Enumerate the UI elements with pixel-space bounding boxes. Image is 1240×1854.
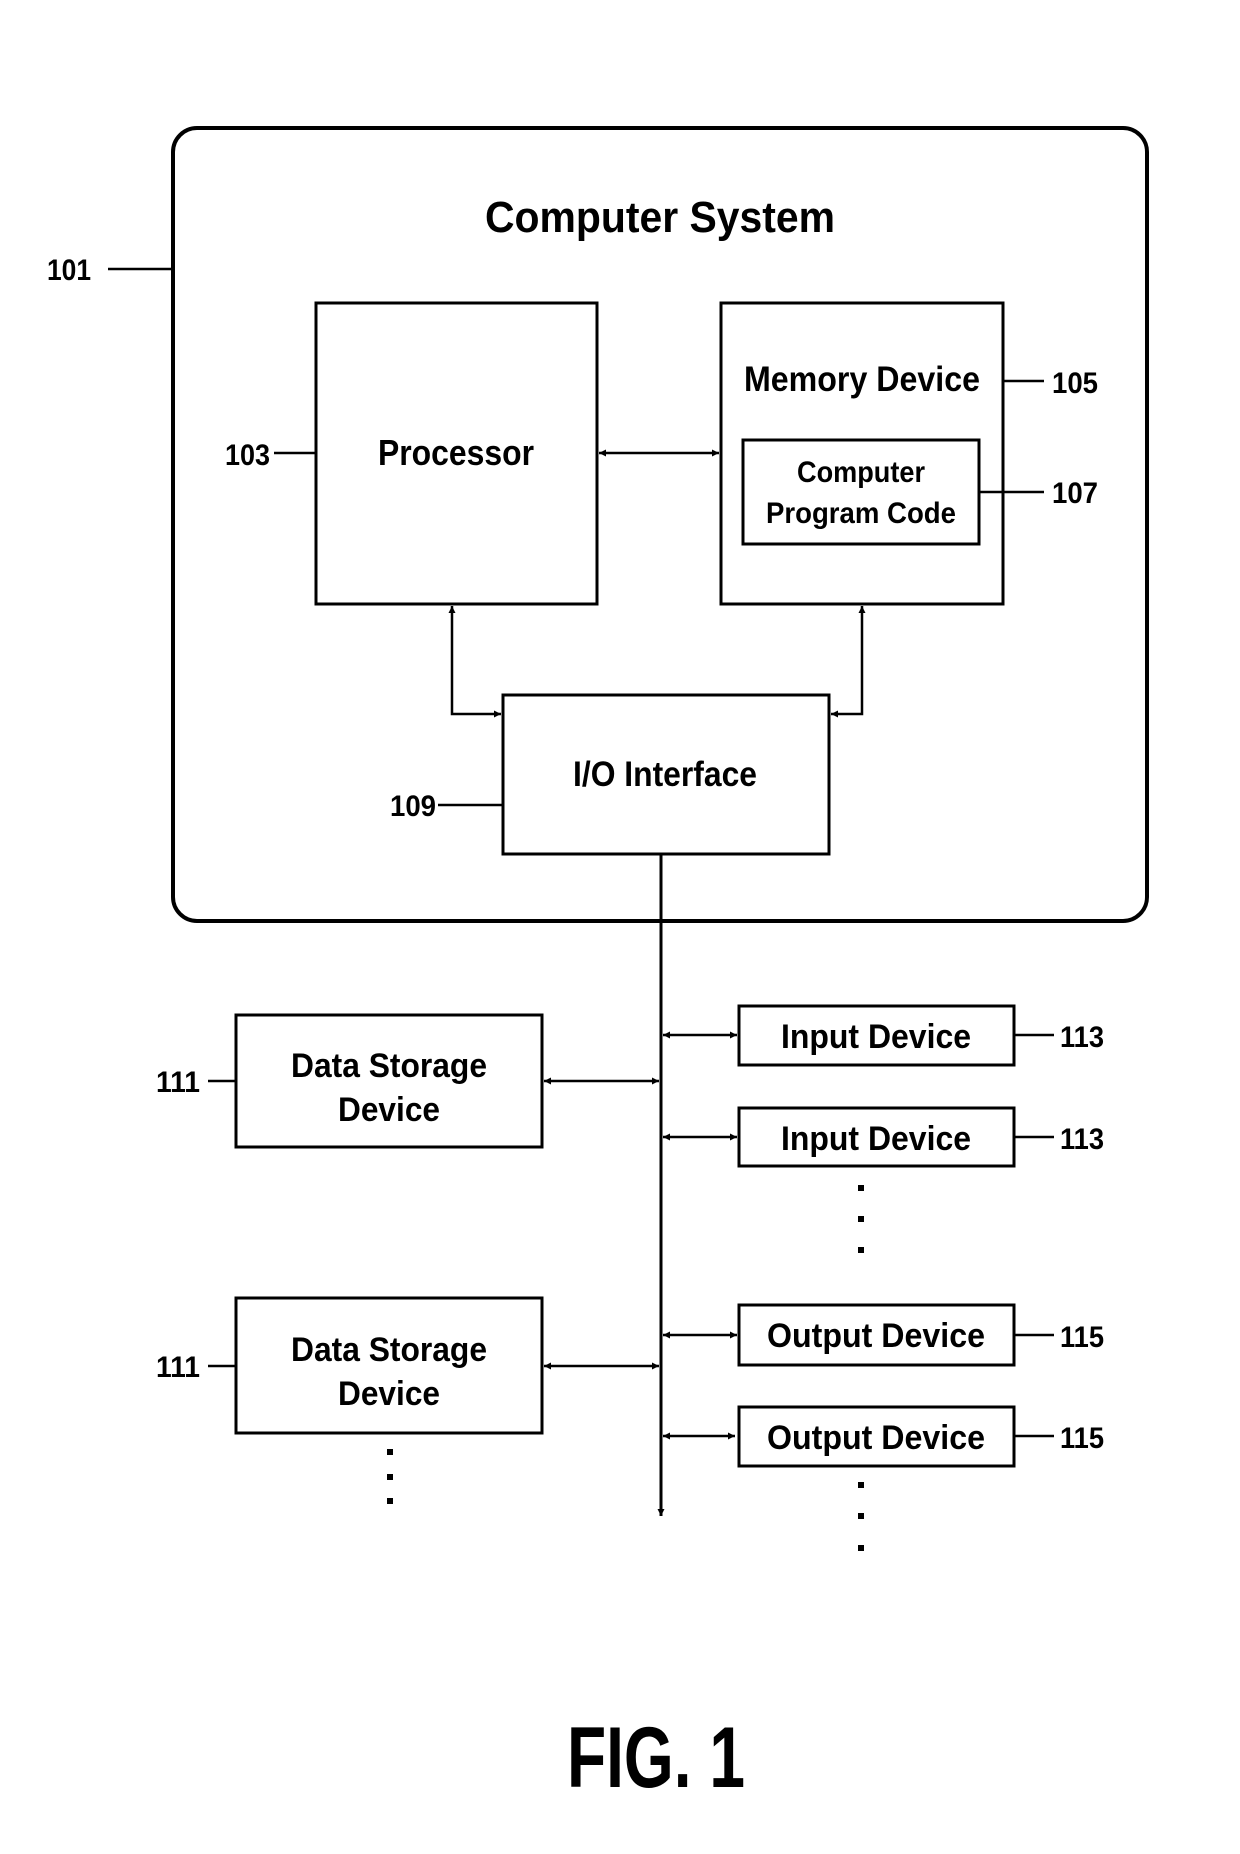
figure-caption: FIG. 1: [567, 1710, 745, 1806]
data-storage-1-line2: Device: [338, 1091, 440, 1129]
memory-device-label: Memory Device: [744, 360, 980, 399]
storage-more-dot: [387, 1449, 393, 1455]
output-more-dot: [858, 1545, 864, 1551]
io-interface-label: I/O Interface: [573, 755, 757, 794]
ref-111-2: 111: [156, 1351, 200, 1384]
input-device-1-label: Input Device: [781, 1018, 971, 1056]
ref-107: 107: [1052, 477, 1098, 510]
program-code-line2: Program Code: [766, 497, 956, 530]
output-device-1-label: Output Device: [767, 1317, 985, 1355]
storage-more-dot: [387, 1474, 393, 1480]
program-code-line1: Computer: [797, 456, 925, 489]
ref-109: 109: [390, 790, 436, 823]
block-diagram: Computer System 101 Processor 103 Memory…: [47, 126, 1149, 1806]
ref-105: 105: [1052, 367, 1098, 400]
ref-113-2: 113: [1060, 1123, 1104, 1156]
data-storage-2-line2: Device: [338, 1375, 440, 1413]
output-device-2-label: Output Device: [767, 1419, 985, 1457]
computer-system-title: Computer System: [485, 193, 835, 242]
storage-more-dot: [387, 1498, 393, 1504]
data-storage-2-line1: Data Storage: [291, 1331, 487, 1369]
input-more-dot: [858, 1216, 864, 1222]
ref-115-1: 115: [1060, 1321, 1104, 1354]
input-more-dot: [858, 1185, 864, 1191]
processor-label: Processor: [378, 432, 534, 473]
ref-101: 101: [47, 254, 91, 287]
data-storage-1-line1: Data Storage: [291, 1047, 487, 1085]
input-device-2-label: Input Device: [781, 1120, 971, 1158]
input-more-dot: [858, 1247, 864, 1253]
output-more-dot: [858, 1513, 864, 1519]
ref-111-1: 111: [156, 1066, 200, 1099]
ref-113-1: 113: [1060, 1021, 1104, 1054]
ref-115-2: 115: [1060, 1422, 1104, 1455]
output-more-dot: [858, 1482, 864, 1488]
ref-103: 103: [225, 439, 270, 472]
